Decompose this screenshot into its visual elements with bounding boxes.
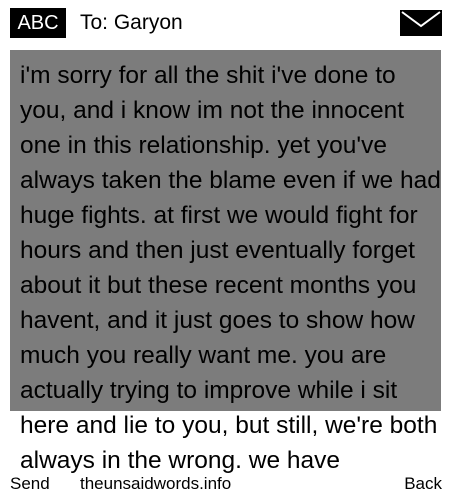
phone-screen: ABC To: Garyon i'm sorry for all the shi… [0,0,450,500]
recipient-field[interactable]: To: Garyon [80,8,183,38]
back-softkey[interactable]: Back [404,472,442,496]
envelope-icon [400,10,442,36]
message-body[interactable]: i'm sorry for all the shit i've done to … [20,58,442,478]
watermark-text: theunsaidwords.info [80,474,232,493]
compose-header: ABC To: Garyon [0,0,450,46]
input-mode-badge[interactable]: ABC [10,8,66,38]
softkey-bar: Send theunsaidwords.info Back [0,472,450,500]
send-softkey[interactable]: Send [10,472,50,496]
